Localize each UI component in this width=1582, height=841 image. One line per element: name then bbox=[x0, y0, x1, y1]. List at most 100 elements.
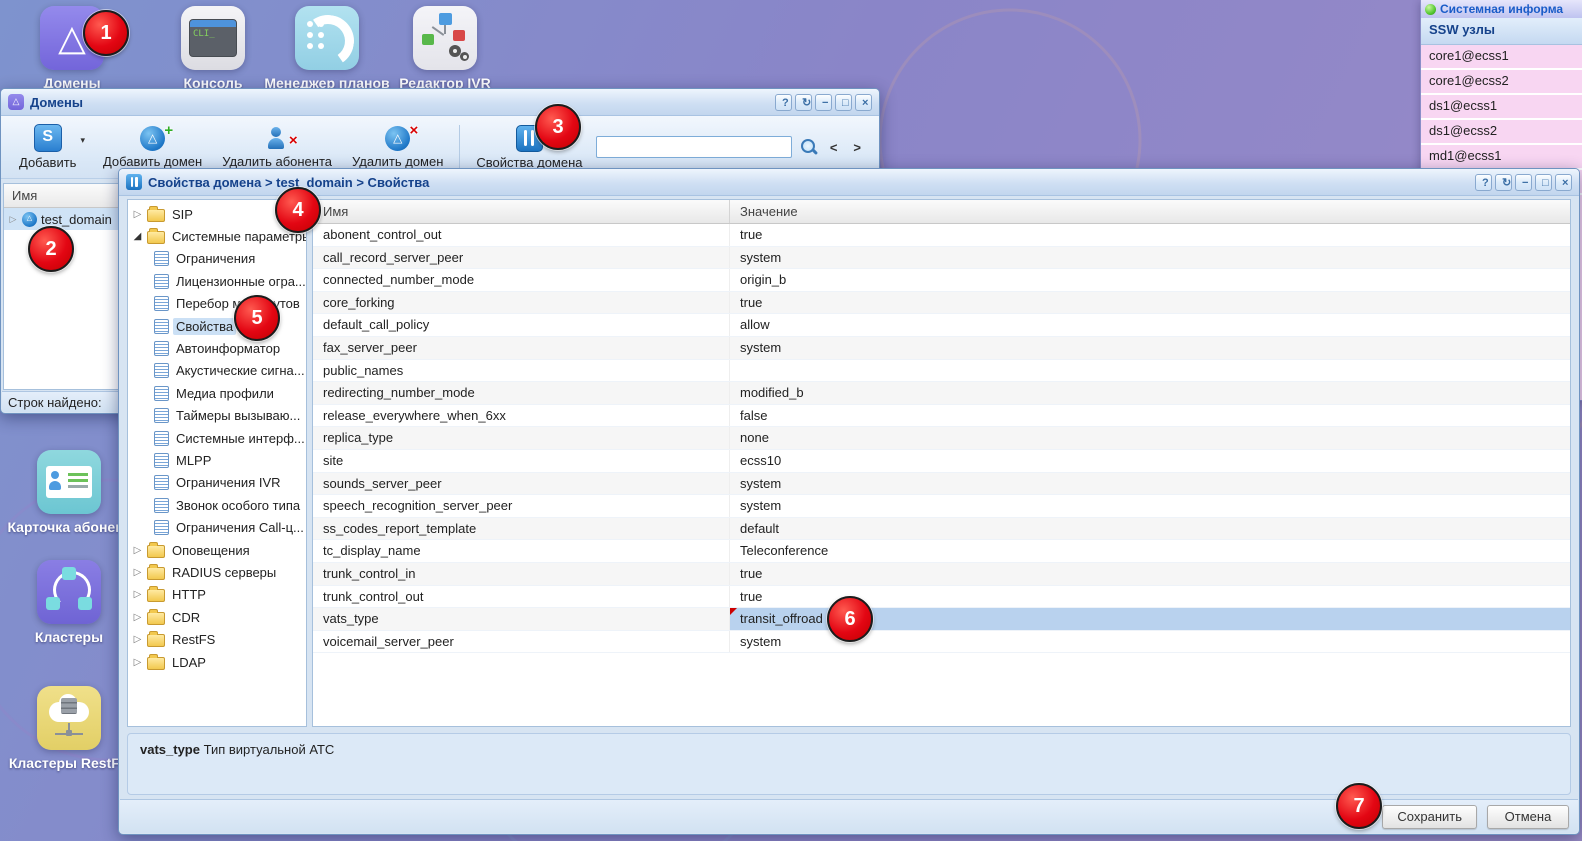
tree-item-cdr[interactable]: ▷ CDR bbox=[128, 606, 306, 628]
tree-item-call-timers[interactable]: Таймеры вызываю... bbox=[128, 405, 306, 427]
add-domain-button[interactable]: △ + Добавить домен bbox=[93, 122, 212, 173]
clusters-restfs-app-icon[interactable] bbox=[37, 686, 101, 750]
settings-page-icon bbox=[154, 296, 169, 312]
table-row-vats-type-selected[interactable]: vats_type transit_offroad bbox=[313, 608, 1570, 631]
tree-item-ldap[interactable]: ▷ LDAP bbox=[128, 651, 306, 673]
tree-item-system-interfaces[interactable]: Системные интерф... bbox=[128, 427, 306, 449]
chevron-right-icon[interactable]: ▷ bbox=[132, 567, 143, 578]
ssw-node-row[interactable]: ds1@ecss1 bbox=[1421, 95, 1582, 120]
table-row[interactable]: redirecting_number_mode modified_b bbox=[313, 382, 1570, 405]
help-button[interactable]: ? bbox=[1475, 173, 1492, 191]
search-icon[interactable] bbox=[800, 138, 818, 156]
table-row[interactable]: call_record_server_peer system bbox=[313, 246, 1570, 270]
numbering-plan-app-icon[interactable] bbox=[295, 6, 359, 72]
system-info-titlebar[interactable]: Системная информа bbox=[1421, 0, 1582, 18]
chevron-right-icon[interactable]: ▷ bbox=[132, 589, 143, 600]
prev-result-button[interactable]: < bbox=[826, 140, 842, 155]
tree-item-system-params[interactable]: ◢ Системные параметры bbox=[128, 225, 306, 247]
chevron-down-icon[interactable]: ▾ bbox=[80, 135, 85, 146]
delete-domain-button[interactable]: △ × Удалить домен bbox=[342, 122, 453, 173]
close-button[interactable]: × bbox=[855, 93, 872, 111]
delete-domain-icon: △ × bbox=[385, 122, 418, 151]
table-row[interactable]: abonent_control_out true bbox=[313, 224, 1570, 247]
table-row[interactable]: connected_number_mode origin_b bbox=[313, 269, 1570, 292]
tree-item-http[interactable]: ▷ HTTP bbox=[128, 584, 306, 606]
plus-badge-icon: + bbox=[164, 121, 174, 139]
table-row[interactable]: replica_type none bbox=[313, 427, 1570, 450]
app-clusters-restfs[interactable]: Кластеры RestFS bbox=[5, 686, 133, 771]
table-row[interactable]: tc_display_name Teleconference bbox=[313, 540, 1570, 563]
help-button[interactable]: ? bbox=[775, 93, 792, 111]
app-console[interactable]: CLI_ Консоль bbox=[158, 6, 268, 91]
next-result-button[interactable]: > bbox=[849, 140, 865, 155]
delete-subscriber-button[interactable]: × Удалить абонента bbox=[212, 122, 342, 173]
minimize-button[interactable]: − bbox=[1515, 173, 1532, 191]
maximize-button[interactable]: □ bbox=[835, 93, 852, 111]
settings-page-icon bbox=[154, 520, 169, 536]
ssw-node-row[interactable]: md1@ecss1 bbox=[1421, 145, 1582, 170]
clusters-app-icon[interactable] bbox=[37, 560, 101, 624]
table-row[interactable]: release_everywhere_when_6xx false bbox=[313, 404, 1570, 428]
annotation-2: 2 bbox=[28, 226, 74, 272]
system-info-title: Системная информа bbox=[1440, 2, 1564, 16]
search-input[interactable] bbox=[595, 136, 792, 158]
ssw-node-row[interactable]: ds1@ecss2 bbox=[1421, 120, 1582, 145]
tree-item-radius-servers[interactable]: ▷ RADIUS серверы bbox=[128, 561, 306, 583]
table-row[interactable]: voicemail_server_peer system bbox=[313, 630, 1570, 654]
refresh-button[interactable]: ↻ bbox=[1495, 173, 1512, 191]
tree-item-autoinformer[interactable]: Автоинформатор bbox=[128, 337, 306, 359]
table-row[interactable]: fax_server_peer system bbox=[313, 336, 1570, 360]
console-app-icon[interactable]: CLI_ bbox=[181, 6, 245, 70]
tree-item-call-center-limits[interactable]: Ограничения Call-ц... bbox=[128, 516, 306, 538]
ssw-node-row[interactable]: core1@ecss2 bbox=[1421, 70, 1582, 95]
tree-item-media-profiles[interactable]: Медиа профили bbox=[128, 382, 306, 404]
refresh-button[interactable]: ↻ bbox=[795, 93, 812, 111]
chevron-right-icon[interactable]: ▷ bbox=[132, 657, 143, 668]
table-row[interactable]: core_forking true bbox=[313, 291, 1570, 315]
tree-item-acoustic-signals[interactable]: Акустические сигна... bbox=[128, 360, 306, 382]
cross-badge-icon: × bbox=[288, 131, 298, 149]
minimize-button[interactable]: − bbox=[815, 93, 832, 111]
chevron-right-icon[interactable]: ▷ bbox=[8, 214, 18, 225]
domain-name: test_domain bbox=[41, 211, 112, 227]
table-row[interactable]: public_names bbox=[313, 359, 1570, 383]
chevron-right-icon[interactable]: ▷ bbox=[132, 634, 143, 645]
app-label-clusters-restfs: Кластеры RestFS bbox=[8, 755, 130, 771]
tree-item-special-ring[interactable]: Звонок особого типа bbox=[128, 494, 306, 516]
folder-open-icon bbox=[147, 228, 165, 245]
chevron-right-icon[interactable]: ▷ bbox=[132, 545, 143, 556]
close-button[interactable]: × bbox=[1555, 173, 1572, 191]
tree-item-mlpp[interactable]: MLPP bbox=[128, 449, 306, 471]
chevron-expanded-icon[interactable]: ◢ bbox=[132, 231, 143, 242]
annotation-1: 1 bbox=[83, 10, 129, 56]
app-clusters[interactable]: Кластеры bbox=[5, 560, 133, 645]
table-row[interactable]: speech_recognition_server_peer system bbox=[313, 495, 1570, 518]
table-row[interactable]: sounds_server_peer system bbox=[313, 472, 1570, 496]
tree-item-restrictions[interactable]: Ограничения bbox=[128, 248, 306, 270]
subscriber-card-app-icon[interactable] bbox=[37, 450, 101, 514]
tree-item-restfs[interactable]: ▷ RestFS bbox=[128, 628, 306, 650]
cancel-button[interactable]: Отмена bbox=[1487, 804, 1569, 829]
column-header-name[interactable]: Имя bbox=[313, 200, 730, 223]
add-button[interactable]: S Добавить bbox=[9, 120, 86, 174]
table-row[interactable]: ss_codes_report_template default bbox=[313, 517, 1570, 541]
table-row[interactable]: site ecss10 bbox=[313, 449, 1570, 473]
column-header-value[interactable]: Значение bbox=[730, 200, 1570, 223]
app-subscriber-card[interactable]: Карточка абонент bbox=[5, 450, 133, 535]
tree-item-ivr-limits[interactable]: Ограничения IVR bbox=[128, 472, 306, 494]
save-button[interactable]: Сохранить bbox=[1382, 804, 1477, 829]
chevron-right-icon[interactable]: ▷ bbox=[132, 209, 143, 220]
domains-window-titlebar[interactable]: △ Домены ? ↻ − □ × bbox=[1, 89, 879, 116]
table-row[interactable]: trunk_control_out true bbox=[313, 585, 1570, 609]
ivr-editor-app-icon[interactable] bbox=[413, 6, 477, 70]
table-row[interactable]: default_call_policy allow bbox=[313, 314, 1570, 337]
terminal-text: CLI_ bbox=[193, 29, 215, 39]
ssw-node-row[interactable]: core1@ecss1 bbox=[1421, 45, 1582, 70]
properties-window-titlebar[interactable]: Свойства домена > test_domain > Свойства… bbox=[119, 169, 1579, 196]
table-row[interactable]: trunk_control_in true bbox=[313, 562, 1570, 586]
chevron-right-icon[interactable]: ▷ bbox=[132, 612, 143, 623]
maximize-button[interactable]: □ bbox=[1535, 173, 1552, 191]
server-icon bbox=[61, 698, 77, 714]
tree-item-license-limits[interactable]: Лицензионные огра... bbox=[128, 270, 306, 292]
tree-item-notifications[interactable]: ▷ Оповещения bbox=[128, 539, 306, 561]
